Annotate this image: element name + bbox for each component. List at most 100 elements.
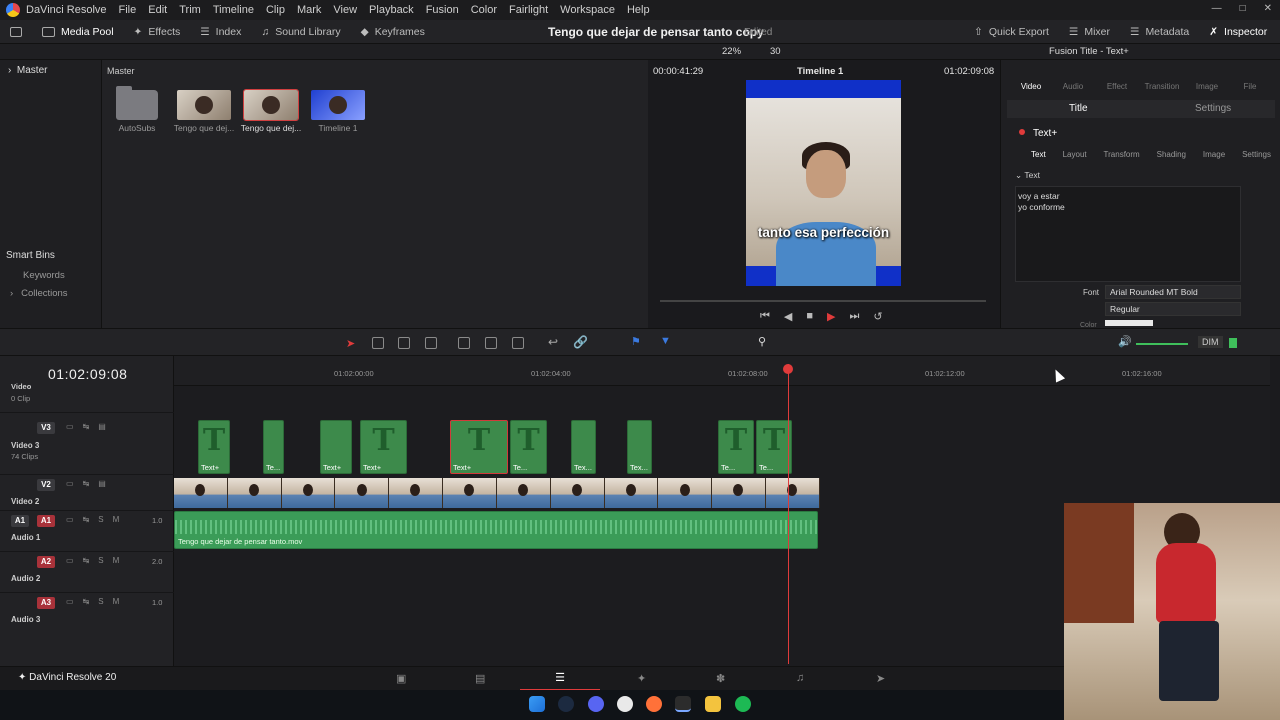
track-id[interactable]: V2: [37, 479, 55, 491]
visibility-icon[interactable]: ↹: [83, 422, 90, 431]
text-clip[interactable]: Text+: [320, 420, 352, 474]
menu-trim[interactable]: Trim: [173, 4, 207, 16]
text-clip[interactable]: T Te...: [510, 420, 547, 474]
media-clip-autosubs[interactable]: AutoSubs: [106, 86, 168, 133]
text-clip[interactable]: Tex...: [571, 420, 596, 474]
text-clip[interactable]: T Text+: [360, 420, 407, 474]
menu-playback[interactable]: Playback: [363, 4, 420, 16]
inspector-tab-file[interactable]: File: [1230, 82, 1270, 91]
loop-icon[interactable]: ↺: [873, 310, 882, 323]
mute-icon[interactable]: M: [113, 515, 120, 524]
visibility-icon[interactable]: ↹: [83, 597, 90, 606]
marker-icon[interactable]: ▼: [660, 335, 671, 347]
discord-icon[interactable]: [588, 696, 604, 712]
lock-icon[interactable]: ▭: [66, 556, 74, 565]
inspector-tab-video[interactable]: Video: [1011, 82, 1051, 91]
node-tab-layout[interactable]: Layout: [1063, 150, 1087, 159]
go-to-start-icon[interactable]: ⏮: [760, 310, 770, 323]
file-explorer-icon[interactable]: [705, 696, 721, 712]
menu-edit[interactable]: Edit: [142, 4, 173, 16]
dynamic-trim-icon[interactable]: [425, 337, 437, 349]
color-swatch[interactable]: [1105, 320, 1153, 326]
node-tab-settings[interactable]: Settings: [1242, 150, 1271, 159]
davinci-taskbar-icon[interactable]: [675, 696, 691, 712]
subtab-settings[interactable]: Settings: [1195, 103, 1231, 114]
go-to-end-icon[interactable]: ⏭: [850, 310, 860, 323]
scrubber-bar[interactable]: [660, 300, 986, 302]
snapping-icon[interactable]: ↩: [548, 335, 558, 349]
visibility-icon[interactable]: ↹: [83, 556, 90, 565]
display-icon[interactable]: ▤: [98, 479, 106, 488]
firefox-icon[interactable]: [646, 696, 662, 712]
video-clip[interactable]: [174, 478, 820, 508]
text-input[interactable]: voy a estar yo conforme: [1015, 186, 1241, 282]
sound-library-button[interactable]: ♫ Sound Library: [251, 20, 350, 44]
start-menu-icon[interactable]: [529, 696, 545, 712]
effects-button[interactable]: ✦ Effects: [124, 20, 191, 44]
text-clip[interactable]: Tex...: [627, 420, 652, 474]
index-button[interactable]: ☰ Index: [190, 20, 251, 44]
bin-master[interactable]: › Master: [8, 65, 47, 76]
solo-icon[interactable]: S: [98, 597, 103, 606]
media-page-icon[interactable]: ▣: [396, 672, 406, 685]
visibility-icon[interactable]: ↹: [83, 515, 90, 524]
link-icon[interactable]: 🔗: [573, 335, 588, 349]
timeline-ruler[interactable]: 01:02:00:00 01:02:04:00 01:02:08:00 01:0…: [174, 356, 1270, 386]
replace-clip-icon[interactable]: [512, 337, 524, 349]
media-clip-selected[interactable]: Tengo que dej...: [240, 89, 302, 133]
node-tab-image[interactable]: Image: [1203, 150, 1225, 159]
bin-collections[interactable]: › Collections: [10, 288, 68, 299]
audio-clip[interactable]: Tengo que dejar de pensar tanto.mov: [174, 511, 819, 549]
node-tab-shading[interactable]: Shading: [1157, 150, 1186, 159]
fairlight-page-icon[interactable]: ♫: [796, 672, 804, 684]
overwrite-clip-icon[interactable]: [485, 337, 497, 349]
solo-icon[interactable]: S: [98, 556, 103, 565]
text-clip[interactable]: T Te...: [718, 420, 754, 474]
mute-icon[interactable]: M: [113, 556, 120, 565]
playhead[interactable]: [783, 364, 793, 664]
menu-help[interactable]: Help: [621, 4, 656, 16]
node-tab-transform[interactable]: Transform: [1104, 150, 1140, 159]
viewer-frame[interactable]: tanto esa perfección: [746, 80, 901, 286]
chrome-icon[interactable]: [617, 696, 633, 712]
cut-page-icon[interactable]: ▤: [475, 672, 485, 685]
volume-slider[interactable]: [1136, 343, 1188, 345]
track-id[interactable]: V3: [37, 422, 55, 434]
text-clip[interactable]: T Te...: [756, 420, 792, 474]
mixer-button[interactable]: ☰ Mixer: [1059, 20, 1120, 44]
inspector-tab-audio[interactable]: Audio: [1053, 82, 1093, 91]
inspector-tab-image[interactable]: Image: [1187, 82, 1227, 91]
menu-fusion[interactable]: Fusion: [420, 4, 465, 16]
menu-timeline[interactable]: Timeline: [207, 4, 260, 16]
menu-file[interactable]: File: [113, 4, 143, 16]
minimize-icon[interactable]: —: [1212, 3, 1222, 14]
lock-icon[interactable]: ▭: [66, 515, 74, 524]
stop-icon[interactable]: ■: [806, 310, 813, 323]
zoom-level[interactable]: 22%: [722, 46, 741, 57]
deliver-page-icon[interactable]: ➤: [876, 672, 885, 685]
maximize-icon[interactable]: □: [1240, 3, 1246, 14]
selection-tool-icon[interactable]: ➤: [346, 337, 355, 350]
step-back-icon[interactable]: ◀: [784, 310, 792, 323]
blade-edit-icon[interactable]: [398, 337, 410, 349]
fps-value[interactable]: 30: [770, 46, 781, 57]
lock-icon[interactable]: ▭: [66, 422, 74, 431]
trim-tool-icon[interactable]: [372, 337, 384, 349]
text-clip-selected[interactable]: T Text+: [450, 420, 508, 474]
node-enable-icon[interactable]: [1019, 129, 1025, 135]
panel-toggle[interactable]: [0, 20, 32, 44]
inspector-tab-transition[interactable]: Transition: [1142, 82, 1182, 91]
inspector-button[interactable]: ✗ Inspector: [1199, 20, 1277, 44]
track-id[interactable]: A1: [37, 515, 55, 527]
font-select[interactable]: Arial Rounded MT Bold: [1105, 285, 1241, 299]
mute-icon[interactable]: M: [113, 597, 120, 606]
inspector-tab-effect[interactable]: Effect: [1097, 82, 1137, 91]
menu-workspace[interactable]: Workspace: [554, 4, 621, 16]
track-id[interactable]: A3: [37, 597, 55, 609]
menu-color[interactable]: Color: [465, 4, 503, 16]
text-clip[interactable]: Te...: [263, 420, 284, 474]
quick-export-button[interactable]: ⇧ Quick Export: [964, 20, 1059, 44]
close-icon[interactable]: ✕: [1264, 3, 1272, 14]
volume-icon[interactable]: 🔊: [1118, 335, 1132, 348]
track-id[interactable]: A2: [37, 556, 55, 568]
